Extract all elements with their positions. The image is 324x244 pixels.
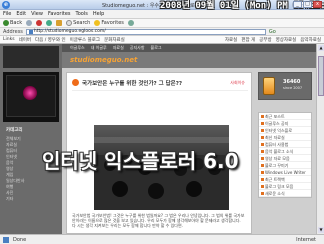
link-item[interactable]: 네이버 — [19, 37, 31, 43]
page-icon — [28, 29, 33, 34]
visitor-counter: 36460 since 2007 — [258, 72, 312, 100]
blog-brand[interactable]: studiomeguo.net — [70, 56, 137, 64]
visitor-count: 36460 — [283, 79, 301, 85]
status-bar: Done Internet — [0, 234, 324, 244]
menu-bar: File Edit View Favorites Tools Help — [0, 10, 324, 19]
menu-favorites[interactable]: Favorites — [48, 11, 71, 17]
back-button[interactable]: Back — [3, 20, 22, 26]
caption-overlay: 인터넷 익스플로러 6.0 — [42, 149, 239, 173]
list-item[interactable]: 최신 자료실 — [259, 134, 311, 141]
close-button[interactable]: x — [313, 1, 322, 8]
stop-button[interactable] — [36, 20, 43, 26]
list-item[interactable]: 컴퓨터 사용법 — [259, 141, 311, 148]
standard-toolbar: Back Search Favorites — [0, 19, 324, 28]
nav-item[interactable]: 이글루스 — [70, 45, 85, 51]
search-button[interactable]: Search — [66, 20, 90, 26]
blog-top-nav: 이글루스 내 이글루 자료실 공지사항 블로그 — [62, 44, 316, 52]
nav-item[interactable]: 내 이글루 — [91, 45, 107, 51]
list-item[interactable]: 인터넷 익스플로 — [259, 127, 311, 134]
address-input[interactable]: http://studiomeguo.egloos.com/ — [25, 28, 266, 35]
menu-tools[interactable]: Tools — [76, 11, 88, 17]
list-item[interactable]: 블로그 꾸미기 — [259, 162, 311, 169]
page-done-icon — [3, 236, 9, 243]
history-button[interactable] — [127, 20, 134, 26]
menu-view[interactable]: View — [31, 11, 43, 17]
link-item[interactable]: 음악자료실 — [300, 37, 321, 43]
link-item[interactable]: 공부방 — [259, 37, 271, 43]
page-viewport: 카테고리 전체보기 자료실 컴퓨터 인터넷 음악 영상 게임 일상다반사 여행 … — [0, 44, 316, 234]
site-logo[interactable] — [3, 46, 59, 68]
address-label: Address — [3, 28, 23, 35]
menu-help[interactable]: Help — [93, 11, 104, 17]
list-item[interactable]: 최근 트랙백 — [259, 176, 311, 183]
home-button[interactable] — [56, 20, 63, 26]
ie-logo-icon: e — [2, 1, 10, 9]
link-item[interactable]: 다음 / 영우와 인 — [35, 37, 66, 43]
link-item[interactable]: 펀잡 게 — [241, 37, 255, 43]
link-item[interactable]: 자료실 — [225, 37, 237, 43]
post-title[interactable]: 국가보안은 누구를 위한 것인가? 그 답은?? — [82, 79, 182, 87]
scroll-up-icon[interactable]: ▲ — [318, 45, 324, 51]
list-item[interactable]: 이글루스 공지 — [259, 120, 311, 127]
back-icon — [3, 20, 9, 26]
nav-item[interactable]: 블로그 — [151, 45, 162, 51]
post-divider — [72, 90, 248, 91]
address-bar: Address http://studiomeguo.egloos.com/ G… — [0, 28, 324, 36]
scroll-thumb[interactable] — [318, 56, 324, 96]
nav-item[interactable]: 자료실 — [113, 45, 124, 51]
list-item[interactable]: 블로그 링크 모음 — [259, 183, 311, 190]
menu-file[interactable]: File — [3, 11, 11, 17]
link-item[interactable]: 문화자료실 — [104, 37, 125, 43]
maximize-button[interactable]: □ — [303, 1, 312, 8]
forward-button[interactable] — [26, 20, 33, 26]
go-button[interactable]: Go — [269, 29, 276, 35]
links-bar: Links 네이버 다음 / 영우와 인 이글루스 블로그 문화자료실 자료실 … — [0, 36, 324, 44]
recent-links-list: 최근 포스트 이글루스 공지 인터넷 익스플로 최신 자료실 컴퓨터 사용법 음… — [258, 112, 312, 198]
menu-edit[interactable]: Edit — [16, 11, 26, 17]
security-zone: Internet — [296, 236, 316, 243]
stop-icon — [36, 20, 43, 26]
vertical-scrollbar[interactable]: ▲ ▼ — [316, 44, 324, 234]
left-sidebar: 카테고리 전체보기 자료실 컴퓨터 인터넷 음악 영상 게임 일상다반사 여행 … — [0, 44, 62, 234]
list-item[interactable]: Windows Live Writer — [259, 169, 311, 176]
history-icon — [127, 20, 134, 26]
title-bar: e Studiomeguo.net : 우수 인터넷 익스플로러 2008년 0… — [0, 0, 324, 11]
profile-image — [3, 72, 59, 122]
refresh-icon — [46, 20, 53, 26]
home-icon — [56, 20, 63, 26]
lamp-icon — [263, 77, 275, 95]
category-heading: 카테고리 — [6, 128, 23, 133]
post-bullet-icon — [72, 79, 79, 86]
blog-header: studiomeguo.net — [62, 52, 316, 68]
refresh-button[interactable] — [46, 20, 53, 26]
post-category[interactable]: 사회이슈 — [230, 80, 245, 86]
list-item[interactable]: 음악 블로그 소식 — [259, 148, 311, 155]
scroll-down-icon[interactable]: ▼ — [318, 227, 324, 233]
minimize-button[interactable]: _ — [293, 1, 302, 8]
nav-item[interactable]: 공지사항 — [130, 45, 145, 51]
list-item[interactable]: 최근 포스트 — [259, 113, 311, 120]
links-label: Links — [3, 37, 15, 42]
post-body: 국가보안법 국가보안법! 그것은 누구를 위한 법일까요? 그 법은 우리나 안… — [72, 213, 245, 229]
right-sidebar: 36460 since 2007 최근 포스트 이글루스 공지 인터넷 익스플로… — [256, 72, 316, 234]
favorites-icon — [94, 20, 101, 26]
links-right-group: 자료실 펀잡 게 공부방 영상자료실 음악자료실 — [225, 37, 324, 43]
list-item[interactable]: 영상 자료 모음 — [259, 155, 311, 162]
favorites-button[interactable]: Favorites — [94, 20, 124, 26]
search-icon — [66, 20, 73, 26]
visitor-sub: since 2007 — [283, 86, 303, 90]
forward-icon — [26, 20, 33, 26]
window-controls: _ □ x — [293, 1, 322, 8]
link-item[interactable]: 이글루스 블로그 — [70, 37, 100, 43]
category-item[interactable]: 기타 — [6, 196, 56, 202]
list-item[interactable]: 새로운 소식 — [259, 190, 311, 197]
status-text: Done — [13, 236, 27, 243]
link-item[interactable]: 영상자료실 — [276, 37, 297, 43]
